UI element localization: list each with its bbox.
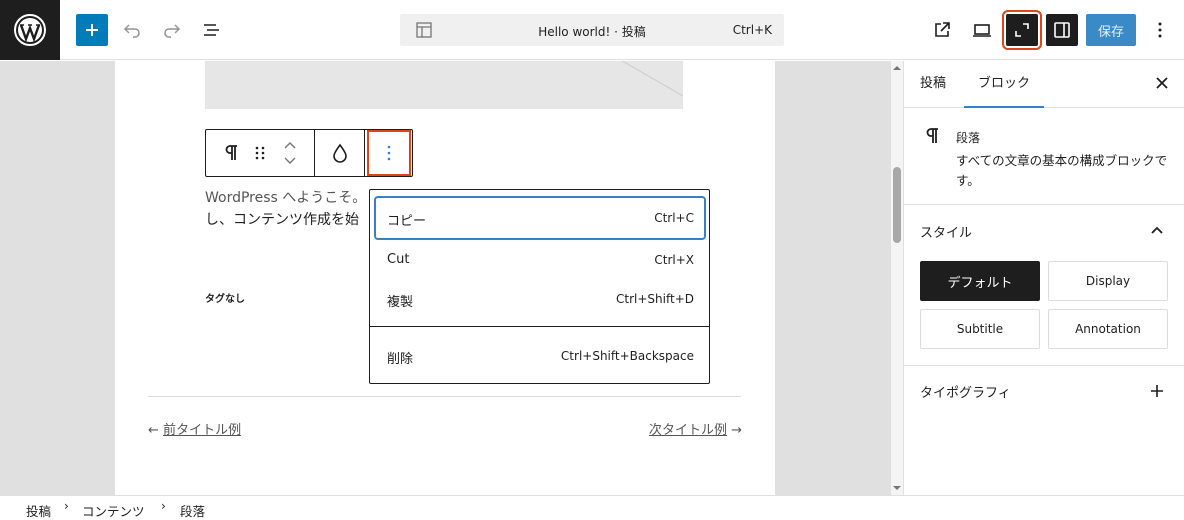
style-default-button[interactable]: デフォルト (920, 261, 1040, 301)
view-post-button[interactable] (926, 14, 958, 46)
block-card: 段落 すべての文章の基本の構成ブロックです。 (904, 109, 1184, 205)
drag-handle[interactable] (248, 130, 272, 176)
block-description: すべての文章の基本の構成ブロックです。 (956, 153, 1168, 188)
document-title: Hello world! · 投稿 (538, 25, 646, 39)
menu-item-label: 複製 (387, 295, 414, 310)
wordpress-icon (14, 14, 46, 46)
paragraph-icon (926, 128, 938, 143)
style-display-button[interactable]: Display (1048, 261, 1168, 301)
document-overview-button[interactable] (196, 14, 228, 46)
previous-post-link[interactable]: ← 前タイトル例 (148, 419, 241, 438)
chevron-right-icon: › (161, 499, 166, 513)
editor-header: Hello world! · 投稿 Ctrl+K 保存 (0, 0, 1184, 60)
plus-icon (86, 24, 98, 36)
arrow-left-icon: ← (148, 423, 159, 438)
breadcrumb: 投稿 › コンテンツ › 段落 (0, 495, 1184, 520)
more-vertical-icon (387, 145, 391, 161)
list-view-icon (204, 24, 219, 36)
add-block-button[interactable] (76, 14, 108, 46)
breadcrumb-item-content[interactable]: コンテンツ (82, 501, 145, 520)
menu-item-shortcut: Ctrl+C (654, 211, 694, 225)
canvas-scrollbar[interactable] (890, 61, 903, 495)
redo-button[interactable] (156, 14, 188, 46)
separator (148, 396, 741, 397)
post-tags: タグなし (205, 294, 245, 305)
style-annotation-button[interactable]: Annotation (1048, 309, 1168, 349)
plus-icon[interactable] (1150, 384, 1164, 398)
desktop-icon (973, 24, 991, 37)
block-options-menu: コピー Ctrl+C Cut Ctrl+X 複製 Ctrl+Shift+D 削除… (369, 189, 710, 384)
menu-item-copy[interactable]: コピー Ctrl+C (374, 196, 706, 240)
block-toolbar (205, 129, 413, 177)
next-title: タイトル例 (661, 423, 727, 438)
paragraph-icon (225, 145, 237, 160)
zoom-out-button[interactable] (1002, 10, 1042, 50)
drag-icon (255, 146, 265, 160)
menu-item-shortcut: Ctrl+X (654, 253, 694, 267)
fullscreen-icon (1015, 23, 1029, 37)
droplet-icon (332, 143, 347, 163)
chevron-right-icon: › (64, 499, 69, 513)
chevron-up-icon[interactable] (1150, 225, 1164, 235)
scroll-thumb[interactable] (893, 167, 901, 243)
close-icon (1156, 77, 1168, 89)
close-sidebar-button[interactable] (1155, 76, 1169, 94)
settings-toggle-button[interactable] (1046, 14, 1078, 46)
preview-device-button[interactable] (966, 14, 998, 46)
menu-item-delete[interactable]: 削除 Ctrl+Shift+Backspace (376, 336, 704, 376)
tab-post[interactable]: 投稿 (920, 61, 946, 108)
image-placeholder[interactable] (205, 61, 683, 109)
tab-block[interactable]: ブロック (964, 61, 1045, 108)
wordpress-logo-button[interactable] (0, 0, 60, 60)
drop-cap-button[interactable] (315, 130, 364, 176)
menu-divider (370, 326, 709, 327)
undo-icon (123, 24, 140, 38)
options-button[interactable] (1144, 14, 1176, 46)
typography-panel-heading[interactable]: タイポグラフィ (920, 382, 1011, 401)
command-palette-bar[interactable]: Hello world! · 投稿 Ctrl+K (400, 14, 784, 46)
arrow-right-icon: → (731, 423, 742, 438)
move-buttons[interactable] (276, 130, 304, 176)
block-title: 段落 (956, 131, 981, 145)
styles-panel-heading[interactable]: スタイル (920, 222, 972, 241)
style-subtitle-button[interactable]: Subtitle (920, 309, 1040, 349)
breadcrumb-item-post[interactable]: 投稿 (26, 501, 51, 520)
prev-title: タイトル例 (176, 423, 242, 438)
scroll-down-icon (893, 486, 901, 490)
settings-sidebar: 投稿 ブロック 段落 すべての文章の基本の構成ブロックです。 スタイル デフォル… (903, 61, 1184, 495)
menu-item-label: コピー (387, 214, 427, 229)
menu-item-shortcut: Ctrl+Shift+D (616, 292, 694, 306)
chevron-up-down-icon (284, 142, 296, 164)
image-placeholder-graphic (621, 61, 683, 97)
prev-prefix: 前 (163, 423, 177, 438)
panel-divider (904, 365, 1184, 366)
save-button[interactable]: 保存 (1086, 14, 1136, 46)
block-options-button[interactable] (367, 130, 411, 176)
scroll-up-icon (893, 66, 901, 70)
menu-item-duplicate[interactable]: 複製 Ctrl+Shift+D (376, 279, 704, 319)
next-post-link[interactable]: 次タイトル例 → (649, 419, 742, 438)
external-link-icon (935, 22, 950, 37)
menu-item-shortcut: Ctrl+Shift+Backspace (560, 349, 694, 363)
sidebar-icon (1054, 22, 1070, 38)
menu-item-label: Cut (387, 252, 410, 267)
menu-item-cut[interactable]: Cut Ctrl+X (376, 240, 704, 280)
sidebar-tabs: 投稿 ブロック (904, 61, 1184, 108)
more-vertical-icon (1158, 22, 1162, 38)
command-shortcut: Ctrl+K (732, 23, 772, 37)
redo-icon (164, 24, 181, 38)
breadcrumb-item-paragraph[interactable]: 段落 (180, 501, 205, 520)
undo-button[interactable] (116, 14, 148, 46)
next-prefix: 次 (648, 423, 662, 438)
menu-item-label: 削除 (387, 352, 414, 367)
